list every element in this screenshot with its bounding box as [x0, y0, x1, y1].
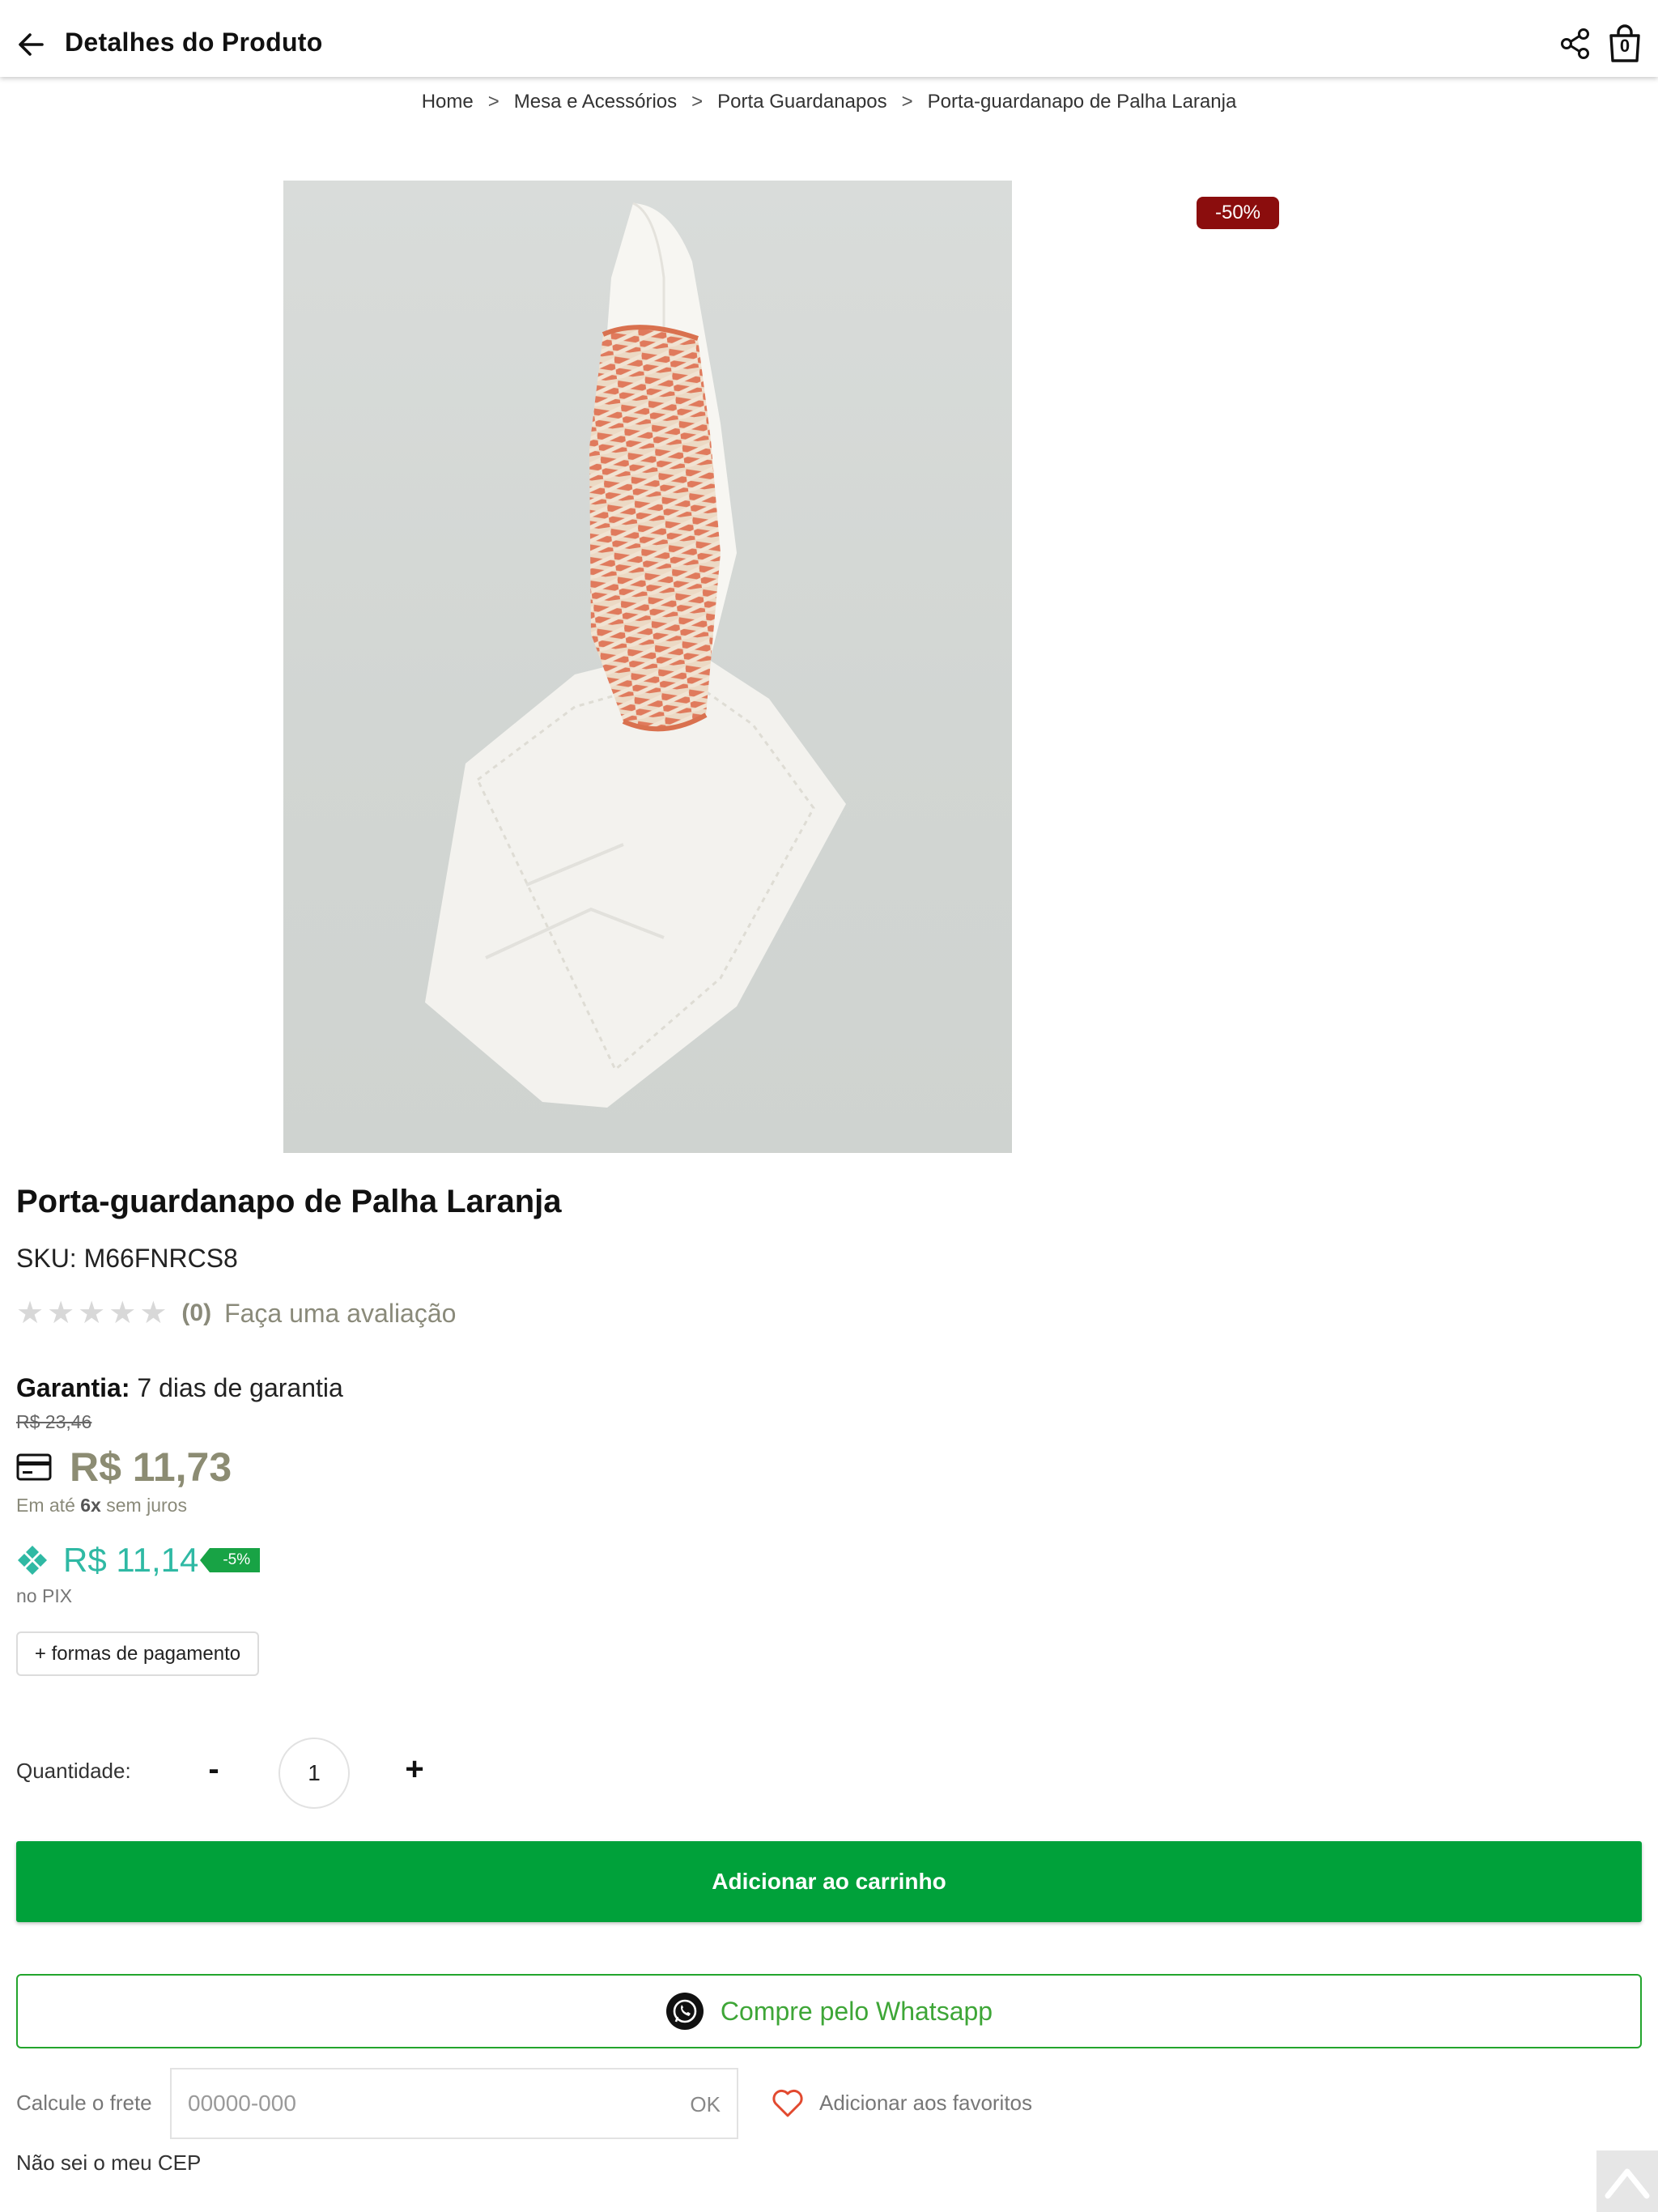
heart-icon — [772, 2089, 803, 2117]
breadcrumb-subcategory[interactable]: Porta Guardanapos — [717, 91, 886, 113]
star-icon: ★ — [47, 1296, 75, 1330]
cep-field: OK — [170, 2068, 738, 2139]
warranty-info: Garantia: 7 dias de garantia — [16, 1373, 343, 1403]
card-price: R$ 11,73 — [70, 1444, 232, 1490]
product-image[interactable] — [283, 181, 1012, 1153]
page-title: Detalhes do Produto — [65, 28, 323, 57]
cep-ok-button[interactable]: OK — [690, 2092, 721, 2117]
breadcrumb: Home > Mesa e Acessórios > Porta Guardanapos… — [0, 91, 1658, 113]
old-price: R$ 23,46 — [16, 1411, 92, 1432]
write-review-link[interactable]: Faça uma avaliação — [224, 1299, 456, 1329]
installments-info: Em até 6x sem juros — [16, 1495, 187, 1516]
cep-input[interactable] — [188, 2069, 641, 2138]
whatsapp-buy-button[interactable]: Compre pelo Whatsapp — [16, 1974, 1642, 2048]
warranty-label: Garantia: — [16, 1373, 130, 1402]
cep-help-link[interactable]: Não sei o meu CEP — [16, 2150, 201, 2176]
chevron-up-icon — [1605, 2168, 1650, 2199]
installments-prefix: Em até — [16, 1495, 75, 1516]
top-app-bar: Detalhes do Produto 0 — [0, 0, 1658, 77]
star-icon: ★ — [108, 1296, 137, 1330]
cart-count-badge: 0 — [1619, 36, 1630, 56]
share-icon — [1561, 28, 1589, 59]
installments-suffix: sem juros — [106, 1495, 187, 1516]
freight-label: Calcule o frete — [16, 2091, 152, 2115]
credit-card-icon — [16, 1453, 52, 1481]
cart-button[interactable]: 0 — [1608, 24, 1642, 63]
breadcrumb-home[interactable]: Home — [422, 91, 474, 113]
discount-badge: -50% — [1197, 197, 1279, 229]
breadcrumb-current: Porta-guardanapo de Palha Laranja — [927, 91, 1237, 113]
quantity-increase-button[interactable]: + — [398, 1749, 431, 1789]
rating-stars: ★ ★ ★ ★ ★ — [16, 1297, 167, 1329]
breadcrumb-separator: > — [691, 91, 704, 113]
favorites-label: Adicionar aos favoritos — [819, 2090, 1033, 2115]
add-to-favorites-button[interactable]: Adicionar aos favoritos — [771, 2084, 1032, 2121]
pix-icon — [18, 1546, 47, 1575]
back-button[interactable] — [15, 28, 49, 62]
whatsapp-icon — [665, 1993, 704, 2030]
star-icon: ★ — [139, 1296, 168, 1330]
installments-count: 6x — [80, 1495, 101, 1516]
share-button[interactable] — [1559, 28, 1592, 60]
pix-discount-badge: -5% — [200, 1548, 261, 1572]
pix-price-row: R$ 11,14 -5% — [16, 1541, 261, 1580]
quantity-input[interactable]: 1 — [278, 1738, 350, 1809]
breadcrumb-separator: > — [901, 91, 913, 113]
napkin-illustration — [425, 202, 846, 1108]
card-price-row: R$ 11,73 — [16, 1444, 232, 1491]
breadcrumb-category[interactable]: Mesa e Acessórios — [514, 91, 677, 113]
quantity-decrease-button[interactable]: - — [198, 1749, 230, 1789]
pix-price: R$ 11,14 — [63, 1541, 199, 1579]
product-sku: SKU: M66FNRCS8 — [16, 1244, 238, 1274]
star-icon: ★ — [16, 1296, 45, 1330]
add-to-cart-button[interactable]: Adicionar ao carrinho — [16, 1841, 1642, 1922]
quantity-label: Quantidade: — [16, 1759, 131, 1783]
pix-label: no PIX — [16, 1585, 73, 1606]
warranty-value: 7 dias de garantia — [137, 1373, 343, 1402]
arrow-left-icon — [19, 33, 44, 56]
rating-row: ★ ★ ★ ★ ★ (0) Faça uma avaliação — [16, 1297, 456, 1329]
sku-label: SKU: — [16, 1244, 77, 1273]
product-title: Porta-guardanapo de Palha Laranja — [16, 1184, 562, 1219]
breadcrumb-separator: > — [487, 91, 500, 113]
review-count: (0) — [181, 1300, 212, 1326]
sku-value: M66FNRCS8 — [83, 1244, 238, 1273]
payment-methods-button[interactable]: + formas de pagamento — [16, 1631, 259, 1676]
star-icon: ★ — [78, 1296, 106, 1330]
scroll-to-top-button[interactable] — [1596, 2150, 1658, 2212]
whatsapp-button-label: Compre pelo Whatsapp — [720, 1996, 993, 2026]
